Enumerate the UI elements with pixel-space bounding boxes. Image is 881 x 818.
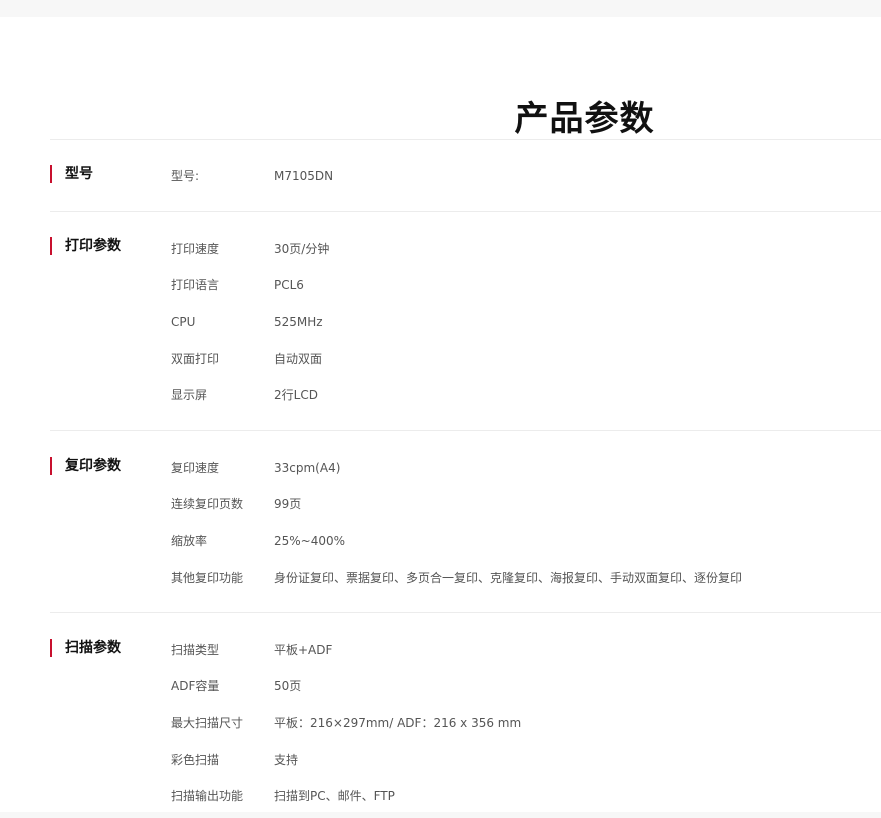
param-value: PCL6 [274, 278, 304, 292]
param-value: 扫描到PC、邮件、FTP [274, 789, 395, 803]
param-label: 其他复印功能 [171, 571, 244, 585]
divider [50, 430, 881, 431]
param-label: 缩放率 [171, 534, 208, 548]
param-value: 平板+ADF [274, 643, 333, 657]
page-title: 产品参数 [514, 98, 655, 139]
param-label: 打印语言 [171, 278, 220, 292]
param-label: ADF容量 [171, 679, 220, 693]
param-value: 自动双面 [274, 352, 323, 366]
section-title-model: 型号 [50, 165, 93, 183]
section-title-scan: 扫描参数 [50, 639, 121, 657]
param-value: 525MHz [274, 315, 323, 329]
param-label: 打印速度 [171, 242, 220, 256]
param-value: 33cpm(A4) [274, 461, 341, 475]
section-title-copy: 复印参数 [50, 457, 121, 475]
divider [50, 139, 881, 140]
param-value: 30页/分钟 [274, 242, 330, 256]
param-label: 彩色扫描 [171, 753, 220, 767]
param-label: 最大扫描尺寸 [171, 716, 244, 730]
param-value: 2行LCD [274, 388, 318, 402]
divider [50, 612, 881, 613]
param-label: 双面打印 [171, 352, 220, 366]
param-label: 复印速度 [171, 461, 220, 475]
param-label: 连续复印页数 [171, 497, 244, 511]
param-value: 平板：216×297mm/ ADF：216 x 356 mm [274, 716, 522, 730]
divider [50, 211, 881, 212]
param-value: 25%~400% [274, 534, 346, 548]
param-value: 99页 [274, 497, 302, 511]
param-value: 身份证复印、票据复印、多页合一复印、克隆复印、海报复印、手动双面复印、逐份复印 [274, 571, 743, 585]
bottom-bar [0, 812, 881, 818]
top-bar [0, 0, 881, 17]
param-label: 型号: [171, 169, 200, 183]
param-label: 扫描类型 [171, 643, 220, 657]
param-label: CPU [171, 315, 196, 329]
param-label: 扫描输出功能 [171, 789, 244, 803]
param-value: M7105DN [274, 169, 334, 183]
param-value: 支持 [274, 753, 299, 767]
section-title-print: 打印参数 [50, 237, 121, 255]
param-value: 50页 [274, 679, 302, 693]
param-label: 显示屏 [171, 388, 208, 402]
